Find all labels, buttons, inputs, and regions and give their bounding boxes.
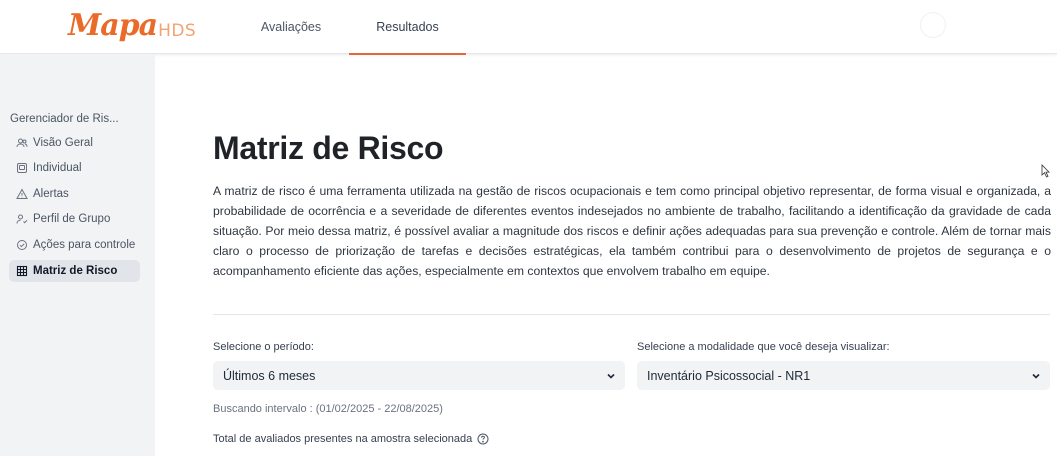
period-select[interactable]: Últimos 6 meses	[213, 361, 625, 390]
mouse-cursor-icon	[1041, 164, 1050, 178]
sidebar-item-perfil-de-grupo[interactable]: Perfil de Grupo	[9, 208, 140, 230]
modality-select[interactable]: Inventário Psicossocial - NR1	[637, 361, 1050, 390]
sidebar-item-individual[interactable]: Individual	[9, 157, 140, 179]
sidebar-item-alertas[interactable]: Alertas	[9, 183, 140, 205]
page-title: Matriz de Risco	[213, 130, 444, 166]
logo-main-text: Mapa	[68, 8, 158, 43]
user-group-icon	[16, 214, 28, 224]
check-circle-icon	[17, 240, 27, 250]
tab-avaliacoes[interactable]: Avaliações	[244, 0, 338, 54]
top-navigation-bar: Mapa HDS Avaliações Resultados	[0, 0, 1057, 55]
sidebar-item-matriz-de-risco[interactable]: Matriz de Risco	[9, 260, 140, 282]
grid-icon	[16, 265, 28, 277]
modality-select-value: Inventário Psicossocial - NR1	[647, 368, 811, 383]
users-icon	[16, 138, 28, 148]
interval-text: Buscando intervalo : (01/02/2025 - 22/08…	[213, 403, 443, 415]
period-select-value: Últimos 6 meses	[223, 368, 316, 383]
mapahds-logo[interactable]: Mapa HDS	[68, 9, 196, 43]
sidebar-item-label: Matriz de Risco	[33, 265, 118, 277]
sidebar-title: Gerenciador de Ris...	[10, 113, 119, 125]
sidebar-item-label: Visão Geral	[33, 137, 93, 149]
avatar[interactable]	[920, 12, 946, 38]
sidebar: Gerenciador de Ris... Visão Geral Indivi…	[0, 55, 155, 456]
page-description: A matriz de risco é uma ferramenta utili…	[213, 184, 1051, 278]
tab-resultados[interactable]: Resultados	[349, 0, 466, 55]
total-evaluated-text: Total de avaliados presentes na amostra …	[213, 433, 473, 445]
sidebar-item-visao-geral[interactable]: Visão Geral	[9, 132, 140, 154]
section-divider	[213, 314, 1050, 315]
logo-sub-text: HDS	[158, 21, 197, 41]
id-card-icon	[17, 163, 27, 173]
chevron-down-icon	[1032, 373, 1040, 379]
sidebar-item-label: Alertas	[33, 188, 69, 200]
sidebar-item-label: Perfil de Grupo	[33, 213, 111, 225]
chevron-down-icon	[607, 373, 615, 379]
total-evaluated-label: Total de avaliados presentes na amostra …	[213, 433, 489, 445]
help-circle-icon[interactable]	[477, 433, 489, 445]
period-label: Selecione o período:	[213, 341, 314, 353]
sidebar-item-label: Individual	[33, 162, 82, 174]
sidebar-item-acoes-para-controle[interactable]: Ações para controle	[9, 234, 140, 256]
sidebar-item-label: Ações para controle	[33, 239, 136, 251]
alert-triangle-icon	[16, 188, 28, 199]
modality-label: Selecione a modalidade que você deseja v…	[637, 341, 890, 353]
